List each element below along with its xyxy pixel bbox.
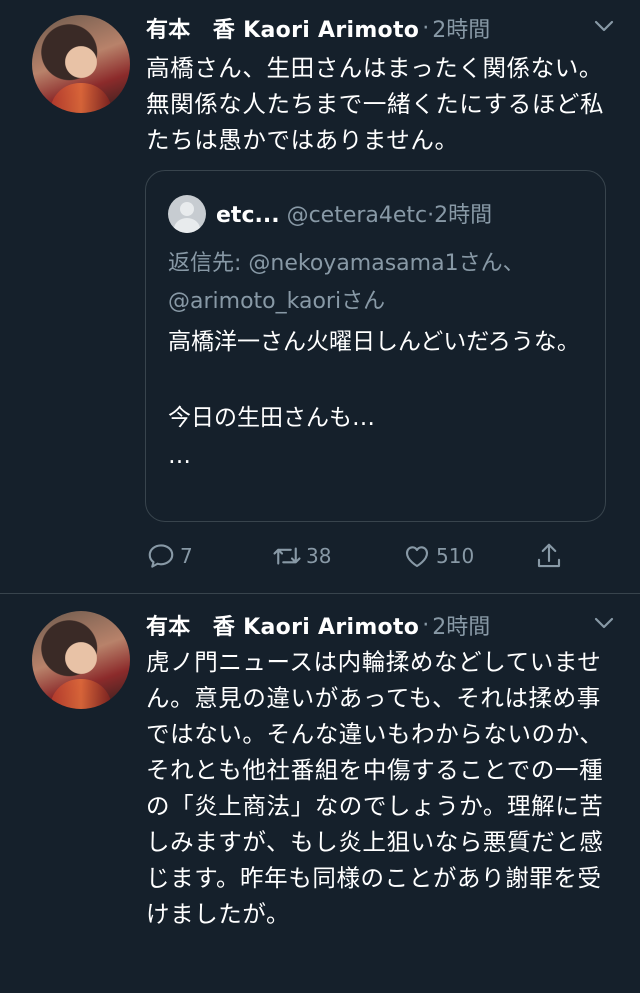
author-name[interactable]: 有本 香 Kaori Arimoto	[146, 12, 419, 44]
retweet-count: 38	[306, 544, 332, 568]
separator-dot: ·	[422, 612, 430, 638]
quoted-handle: @cetera4etc	[286, 203, 428, 228]
author-name[interactable]: 有本 香 Kaori Arimoto	[146, 609, 419, 641]
reply-button[interactable]: 7	[146, 536, 193, 576]
like-count: 510	[436, 544, 475, 568]
timestamp[interactable]: 2時間	[432, 609, 490, 641]
retweet-button[interactable]: 38	[272, 536, 331, 576]
quoted-text: 高橋洋一さん火曜日しんどいだろうな。 今日の生田さんも… …	[168, 329, 580, 469]
tweet[interactable]: 有本 香 Kaori Arimoto · 2時間 虎ノ門ニュースは内輪揉めなどし…	[0, 594, 640, 993]
retweet-icon	[273, 547, 301, 565]
quoted-avatar	[168, 195, 206, 233]
share-button[interactable]	[534, 536, 564, 576]
quoted-timestamp: 2時間	[434, 203, 493, 228]
tweet-text: 虎ノ門ニュースは内輪揉めなどしていません。意見の違いがあっても、それは揉め事では…	[146, 648, 604, 928]
quoted-header: etc... @cetera4etc·2時間	[216, 197, 492, 229]
share-icon	[537, 543, 561, 568]
reply-context: 返信先: @nekoyamasama1さん、@arimoto_kaoriさん	[168, 251, 525, 314]
separator-dot: ·	[422, 15, 430, 41]
tweet[interactable]: 有本 香 Kaori Arimoto · 2時間 高橋さん、生田さんはまったく関…	[0, 0, 640, 594]
tweet-header: 有本 香 Kaori Arimoto · 2時間	[146, 605, 620, 645]
action-bar: 7 38 510	[146, 536, 576, 576]
heart-icon	[405, 546, 429, 568]
avatar[interactable]	[32, 15, 130, 113]
quoted-tweet[interactable]: etc... @cetera4etc·2時間 返信先: @nekoyamasam…	[145, 170, 606, 522]
reply-count: 7	[180, 544, 193, 568]
chevron-down-icon[interactable]	[592, 14, 616, 38]
avatar[interactable]	[32, 611, 130, 709]
like-button[interactable]: 510	[402, 536, 474, 576]
reply-icon	[148, 544, 174, 568]
quoted-author-name: etc...	[216, 203, 280, 228]
chevron-down-icon[interactable]	[592, 611, 616, 635]
tweet-text: 高橋さん、生田さんはまったく関係ない。無関係な人たちまで一緒くたにするほど私たち…	[146, 54, 605, 154]
tweet-header: 有本 香 Kaori Arimoto · 2時間	[146, 8, 620, 48]
timestamp[interactable]: 2時間	[432, 12, 490, 44]
